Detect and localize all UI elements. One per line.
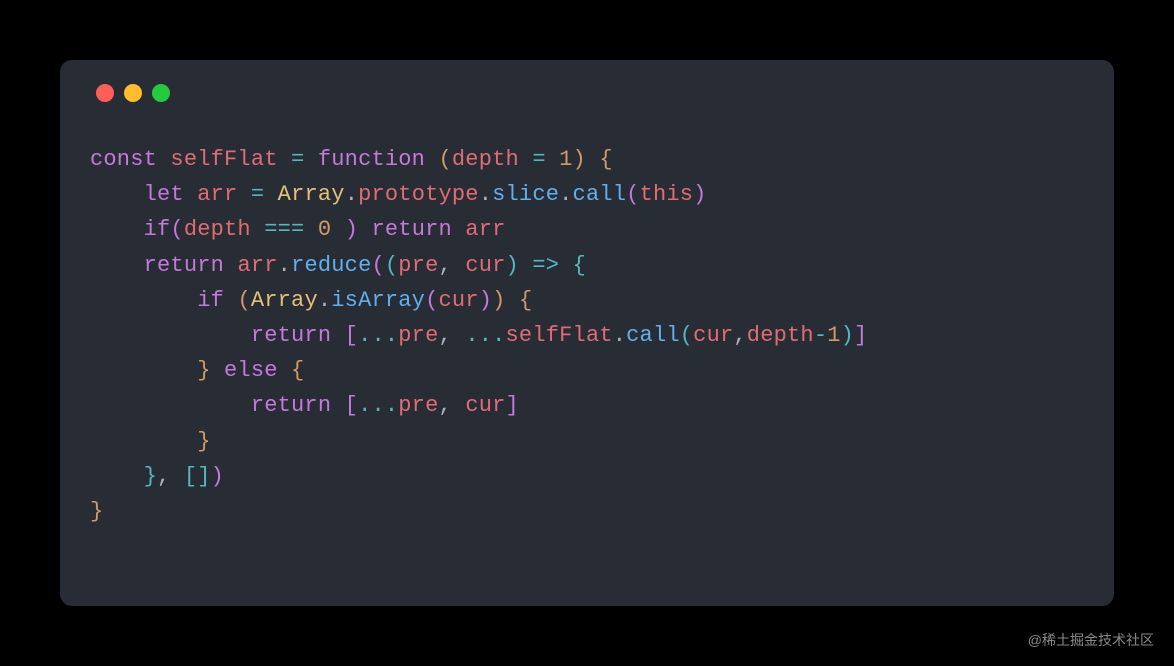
watermark-text: @稀土掘金技术社区 [1028, 630, 1154, 650]
maximize-icon[interactable] [152, 84, 170, 102]
minimize-icon[interactable] [124, 84, 142, 102]
code-window: const selfFlat = function (depth = 1) { … [60, 60, 1114, 606]
traffic-lights [96, 84, 1084, 102]
code-block: const selfFlat = function (depth = 1) { … [90, 142, 1084, 529]
close-icon[interactable] [96, 84, 114, 102]
